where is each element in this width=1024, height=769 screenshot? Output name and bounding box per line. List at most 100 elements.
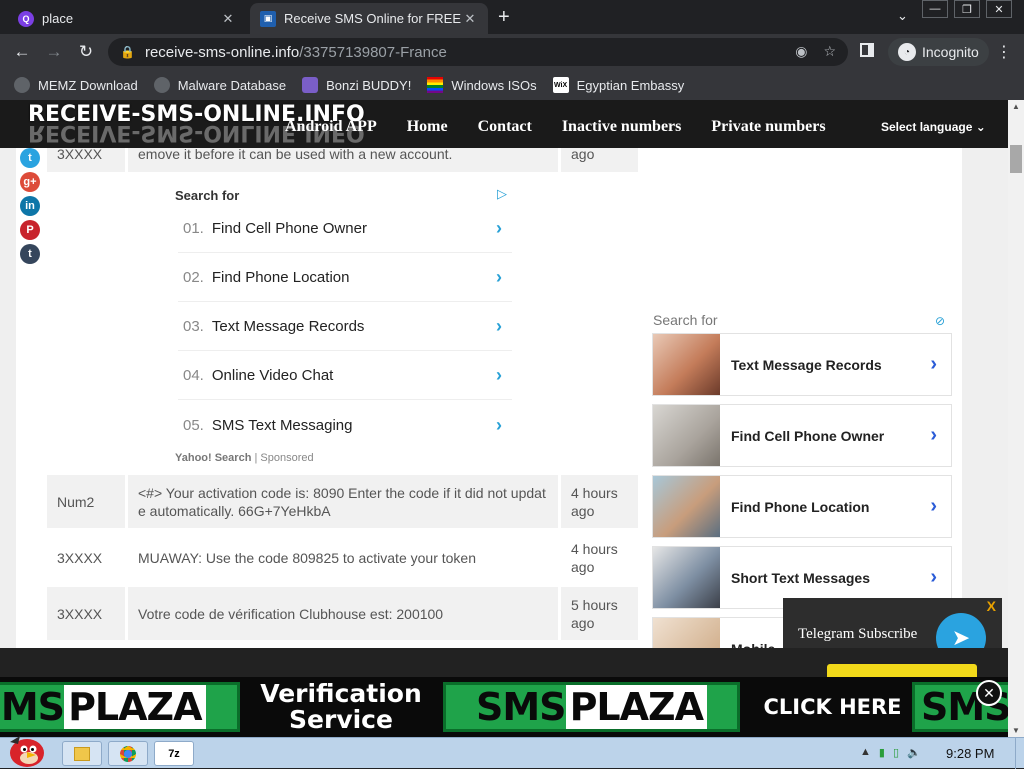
sender-cell: Num2	[47, 475, 125, 528]
address-bar[interactable]: 🔒 receive-sms-online.info/33757139807-Fr…	[108, 38, 848, 66]
tab-favicon-icon: ▣	[260, 10, 276, 27]
side-ad-item[interactable]: Find Cell Phone Owner ›	[652, 404, 952, 467]
bookmark-egyptian-embassy[interactable]: WiX Egyptian Embassy	[552, 77, 685, 93]
tab-search-chevron-icon[interactable]: ⌄	[897, 8, 908, 24]
url-host: receive-sms-online.info	[144, 43, 300, 61]
page-viewport: t g+ in P t 3XXXX emove it before it can…	[0, 100, 1024, 737]
pinterest-icon[interactable]: P	[20, 220, 40, 240]
tab-strip: Q place ✕ ▣ Receive SMS Online for FREE …	[0, 0, 1024, 34]
item-label: SMS Text Messaging	[211, 416, 353, 434]
minimize-icon[interactable]: —	[922, 0, 948, 18]
nav-contact[interactable]: Contact	[478, 118, 532, 136]
bookmark-windows-isos[interactable]: Windows ISOs	[427, 77, 537, 93]
chevron-right-icon: ›	[930, 353, 937, 375]
close-tab-icon[interactable]: ✕	[220, 11, 236, 27]
ad-privacy-eye-icon[interactable]: ⊘	[935, 314, 945, 328]
forward-arrow-icon[interactable]: →	[44, 42, 64, 62]
scroll-up-arrow-icon[interactable]: ▲	[1012, 102, 1020, 111]
scrollbar-thumb[interactable]	[1010, 145, 1022, 173]
chevron-right-icon: ›	[496, 218, 502, 238]
close-window-icon[interactable]: ✕	[986, 0, 1012, 18]
tab-receive-sms[interactable]: ▣ Receive SMS Online for FREE | ✕	[250, 3, 488, 34]
bookmark-star-icon[interactable]: ☆	[823, 43, 836, 60]
nav-inactive-numbers[interactable]: Inactive numbers	[562, 118, 682, 136]
sms-plaza-logo: SMSPLAZA	[443, 682, 740, 732]
telegram-label: Telegram Subscribe	[798, 626, 918, 642]
side-ad-item[interactable]: Text Message Records ›	[652, 333, 952, 396]
taskbar-clock[interactable]: 9:28 PM	[946, 746, 994, 761]
system-tray: ▲ ▮ ▯ 🔈	[860, 746, 921, 759]
item-label: Find Phone Location	[211, 269, 350, 286]
side-ad-heading: Search for	[653, 312, 718, 328]
new-tab-button[interactable]: +	[498, 6, 510, 29]
banner-tagline: Verification Service	[258, 681, 424, 733]
nav-private-numbers[interactable]: Private numbers	[711, 118, 825, 136]
tab-title: Receive SMS Online for FREE |	[284, 11, 462, 26]
search-ad-item[interactable]: 04. Online Video Chat ›	[178, 352, 512, 400]
window-controls: — ❐ ✕	[922, 0, 1012, 18]
show-desktop-button[interactable]	[1015, 738, 1024, 769]
tracking-blocked-eye-icon[interactable]: ◉	[795, 43, 807, 60]
bookmark-label: Egyptian Embassy	[576, 77, 685, 93]
tab-place[interactable]: Q place ✕	[8, 3, 246, 34]
bookmark-bonzi[interactable]: Bonzi BUDDY!	[302, 77, 411, 93]
tab-title: place	[42, 11, 74, 26]
bookmark-label: Bonzi BUDDY!	[326, 77, 412, 93]
chevron-right-icon: ›	[496, 316, 502, 336]
twitter-icon[interactable]: t	[20, 148, 40, 168]
back-arrow-icon[interactable]: ←	[12, 42, 32, 62]
close-banner-icon[interactable]: ✕	[976, 680, 1002, 706]
adchoices-icon[interactable]: ▷	[497, 186, 507, 202]
logo-part: PLAZA	[64, 685, 206, 729]
separator: |	[254, 452, 258, 464]
ad-label: Find Phone Location	[731, 498, 870, 515]
taskbar-chrome-icon[interactable]	[108, 741, 148, 766]
restore-icon[interactable]: ❐	[954, 0, 980, 18]
globe-icon	[14, 77, 30, 93]
close-tab-icon[interactable]: ✕	[462, 11, 478, 27]
tagline-line: Service	[289, 705, 393, 734]
nav-home[interactable]: Home	[407, 118, 448, 136]
ad-thumbnail	[653, 476, 720, 537]
sender-cell: 3XXXX	[47, 531, 125, 584]
nav-android-app[interactable]: Android APP	[285, 118, 377, 136]
side-ad-item[interactable]: Find Phone Location ›	[652, 475, 952, 538]
sms-plaza-banner-ad[interactable]: SMSPLAZA VerificationService SMSPLAZA CL…	[0, 677, 1024, 737]
banner-cta: CLICK HERE	[763, 695, 902, 719]
volume-icon[interactable]: 🔈	[907, 746, 921, 759]
message-cell: Votre code de vérification Clubhouse est…	[128, 587, 558, 640]
start-angry-bird-icon[interactable]	[6, 732, 48, 768]
incognito-indicator[interactable]: ◔ Incognito	[888, 38, 989, 66]
incognito-label: Incognito	[922, 44, 979, 60]
time-cell: 4 hours ago	[561, 531, 638, 584]
linkedin-icon[interactable]: in	[20, 196, 40, 216]
network-icon[interactable]: ▮	[879, 746, 885, 759]
site-header: RECEIVE-SMS-ONLINE.INFO RECEIVE-SMS-ONLI…	[0, 100, 1008, 148]
reload-icon[interactable]: ↻	[76, 42, 96, 62]
table-row: 3XXXX MUAWAY: Use the code 809825 to act…	[47, 531, 638, 584]
sender-cell: 3XXXX	[47, 587, 125, 640]
item-number: 02.	[183, 269, 204, 286]
side-panel-icon[interactable]	[860, 43, 874, 57]
tumblr-icon[interactable]: t	[20, 244, 40, 264]
search-ad-item[interactable]: 01. Find Cell Phone Owner ›	[178, 205, 512, 253]
telegram-close-button[interactable]: X	[987, 598, 996, 614]
tray-expand-icon[interactable]: ▲	[860, 746, 871, 759]
search-ad-item[interactable]: 02. Find Phone Location ›	[178, 254, 512, 302]
bookmark-memz[interactable]: MEMZ Download	[14, 77, 138, 93]
bonzi-icon	[302, 77, 319, 93]
taskbar-7zip-icon[interactable]: 7z	[154, 741, 194, 766]
logo-part: SMS	[0, 685, 65, 729]
google-plus-icon[interactable]: g+	[20, 172, 40, 192]
search-ad-item[interactable]: 03. Text Message Records ›	[178, 303, 512, 351]
more-menu-icon[interactable]: ⋮	[996, 42, 1012, 62]
taskbar-explorer-icon[interactable]	[62, 741, 102, 766]
search-ad-heading: Search for	[175, 188, 240, 203]
language-select[interactable]: Select language ⌄	[881, 120, 986, 134]
search-ad-item[interactable]: 05. SMS Text Messaging ›	[178, 401, 512, 449]
bookmark-malware-database[interactable]: Malware Database	[153, 77, 286, 93]
scroll-down-arrow-icon[interactable]: ▼	[1012, 726, 1020, 735]
page-scrollbar[interactable]: ▲ ▼	[1008, 100, 1024, 737]
battery-icon[interactable]: ▯	[893, 746, 899, 759]
chevron-right-icon: ›	[930, 495, 937, 517]
